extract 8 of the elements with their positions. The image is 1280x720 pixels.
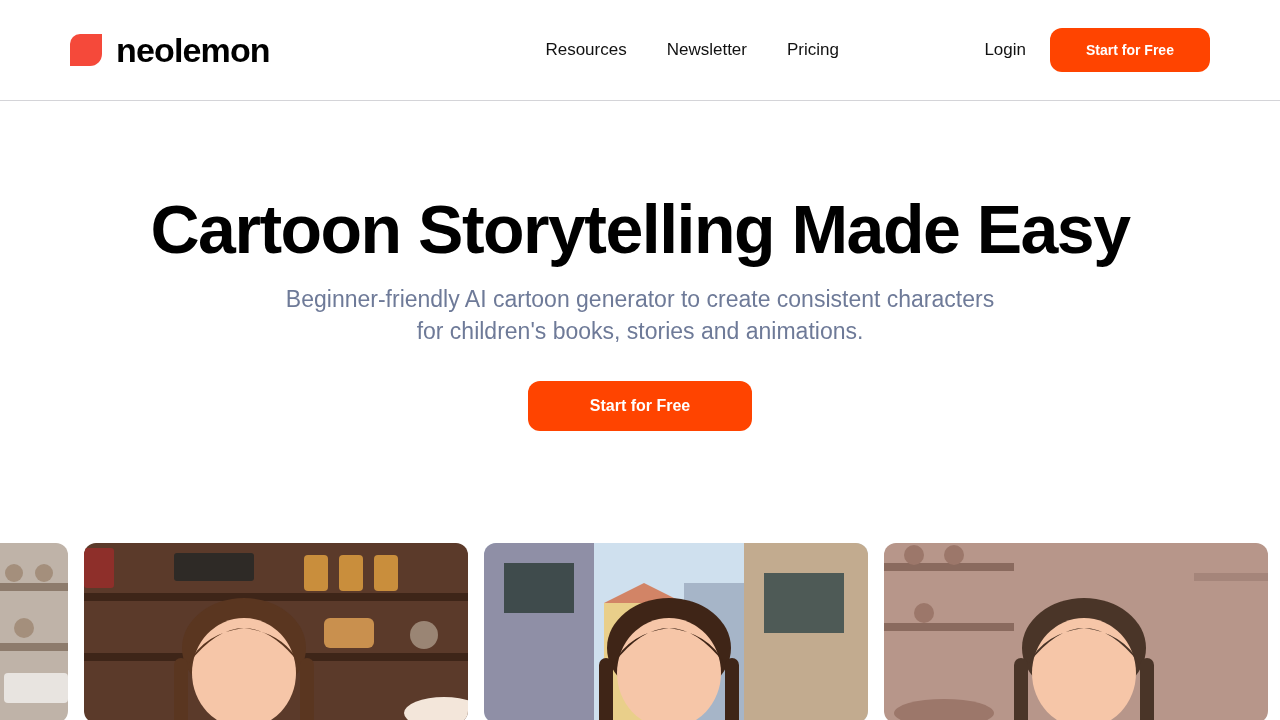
hero-title: Cartoon Storytelling Made Easy [150, 190, 1130, 269]
logo-icon [70, 34, 102, 66]
nav-link[interactable]: Newsletter [666, 37, 747, 63]
logo-text: neolemon [116, 33, 270, 67]
nav-link[interactable]: Pricing [787, 37, 839, 63]
hero-subtitle: Beginner-friendly AI cartoon generator to create consistent characters for children's books, stories and animations. [284, 285, 996, 346]
nav-link[interactable]: Resources [545, 37, 627, 63]
login-link[interactable]: Login [984, 37, 1026, 63]
